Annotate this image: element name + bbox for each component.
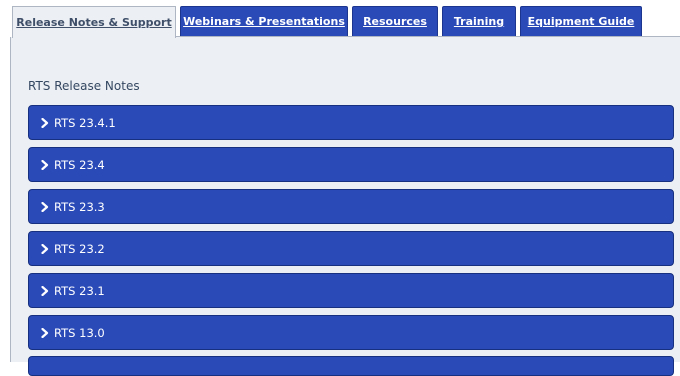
tab-resources[interactable]: Resources [352, 6, 438, 36]
tab-bar: Release Notes & Support Webinars & Prese… [0, 0, 680, 38]
release-item-label: RTS 23.4.1 [54, 115, 116, 130]
tab-panel: RTS Release Notes RTS 23.4.1 RTS 23.4 RT… [10, 37, 680, 376]
section-title: RTS Release Notes [28, 79, 140, 93]
release-item-label: RTS 23.4 [54, 157, 105, 172]
release-item-label: RTS 13.0 [54, 325, 105, 340]
release-item-rts-23-4[interactable]: RTS 23.4 [28, 147, 674, 182]
release-item-partial[interactable] [28, 356, 674, 376]
tab-training[interactable]: Training [442, 6, 516, 36]
chevron-right-icon [38, 201, 52, 212]
chevron-right-icon [38, 243, 52, 254]
tab-release-notes-support[interactable]: Release Notes & Support [12, 6, 176, 38]
chevron-right-icon [38, 327, 52, 338]
release-item-rts-23-3[interactable]: RTS 23.3 [28, 189, 674, 224]
tab-webinars-presentations[interactable]: Webinars & Presentations [180, 6, 348, 36]
tab-equipment-guide[interactable]: Equipment Guide [520, 6, 642, 36]
release-item-label: RTS 23.3 [54, 199, 105, 214]
chevron-right-icon [38, 117, 52, 128]
release-item-rts-23-4-1[interactable]: RTS 23.4.1 [28, 105, 674, 140]
release-item-rts-13-0[interactable]: RTS 13.0 [28, 315, 674, 350]
chevron-right-icon [38, 159, 52, 170]
release-item-label: RTS 23.2 [54, 241, 105, 256]
chevron-right-icon [38, 285, 52, 296]
release-item-rts-23-2[interactable]: RTS 23.2 [28, 231, 674, 266]
release-item-label: RTS 23.1 [54, 283, 105, 298]
release-item-rts-23-1[interactable]: RTS 23.1 [28, 273, 674, 308]
